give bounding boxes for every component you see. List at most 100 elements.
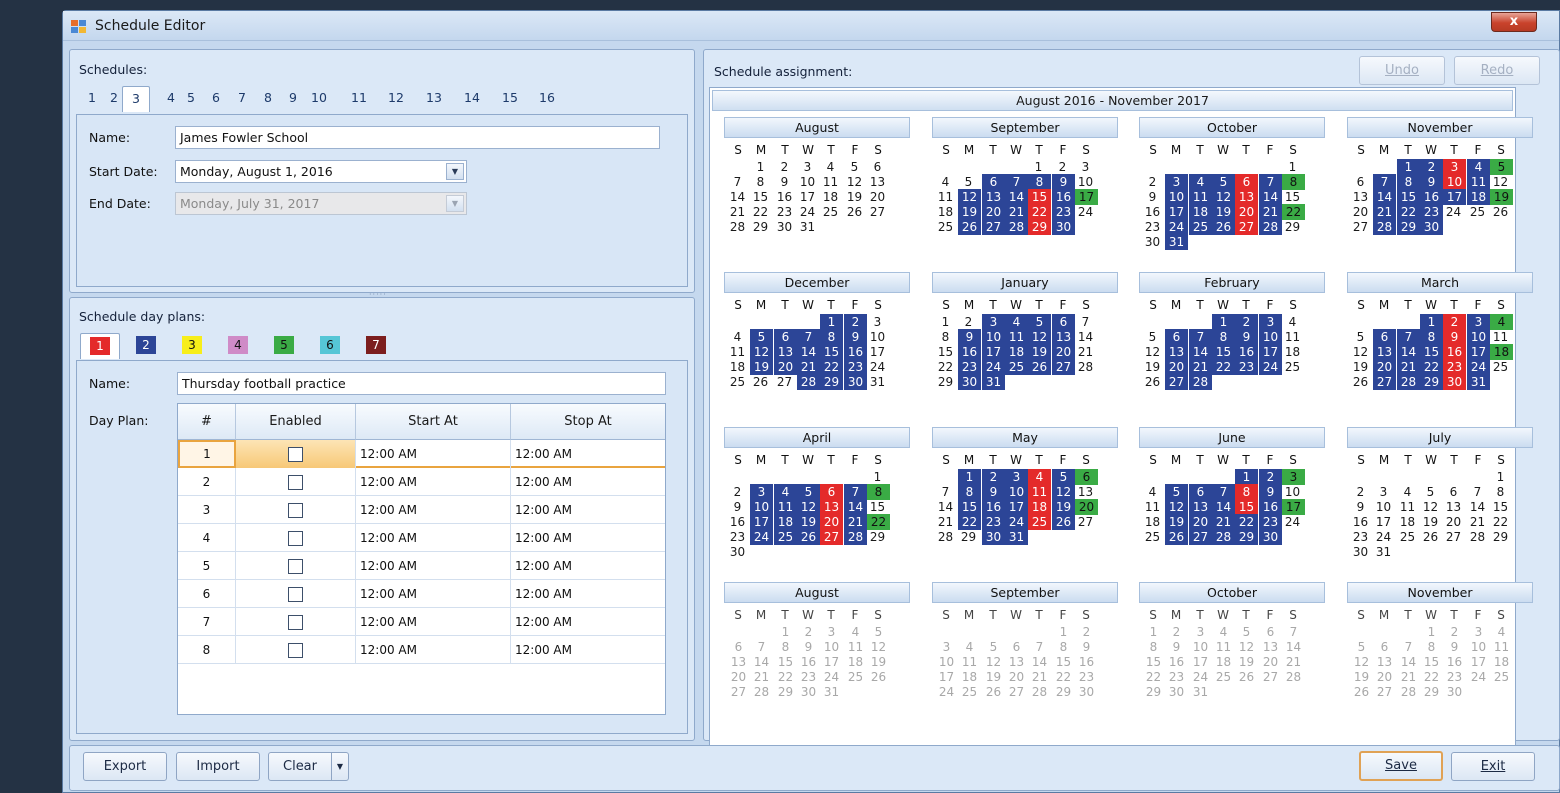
column-header-stop[interactable]: Stop At bbox=[511, 404, 665, 440]
calendar-day[interactable]: 29 bbox=[1397, 219, 1420, 235]
calendar-day[interactable]: 17 bbox=[1467, 344, 1490, 360]
calendar-day[interactable]: 22 bbox=[1397, 204, 1420, 220]
calendar-day[interactable]: 9 bbox=[1235, 329, 1258, 345]
enabled-checkbox[interactable] bbox=[288, 503, 303, 518]
calendar-day[interactable]: 5 bbox=[1350, 639, 1373, 655]
calendar-day[interactable]: 4 bbox=[958, 639, 981, 655]
calendar-day[interactable]: 20 bbox=[1259, 654, 1282, 670]
calendar-day[interactable]: 9 bbox=[774, 174, 795, 190]
row-number-cell[interactable]: 5 bbox=[178, 552, 236, 580]
calendar-day[interactable]: 1 bbox=[935, 314, 956, 330]
calendar-day[interactable]: 26 bbox=[1490, 204, 1511, 220]
calendar-day[interactable]: 20 bbox=[1373, 359, 1396, 375]
calendar-day[interactable]: 19 bbox=[1350, 669, 1373, 685]
calendar-day[interactable]: 18 bbox=[727, 359, 748, 375]
day-plan-tab-2[interactable]: 2 bbox=[130, 333, 162, 357]
calendar-day[interactable]: 26 bbox=[982, 684, 1005, 700]
calendar-day[interactable]: 6 bbox=[1005, 639, 1028, 655]
row-number-cell[interactable]: 7 bbox=[178, 608, 236, 636]
calendar-day[interactable]: 19 bbox=[1165, 514, 1188, 530]
calendar-day[interactable]: 9 bbox=[797, 639, 820, 655]
calendar-day[interactable]: 19 bbox=[1028, 344, 1051, 360]
calendar-day[interactable]: 16 bbox=[958, 344, 981, 360]
calendar-day[interactable]: 27 bbox=[1075, 514, 1096, 530]
calendar-day[interactable]: 17 bbox=[1189, 654, 1212, 670]
calendar-day[interactable]: 26 bbox=[797, 529, 820, 545]
calendar-day[interactable]: 30 bbox=[1259, 529, 1282, 545]
calendar-day[interactable]: 19 bbox=[1235, 654, 1258, 670]
calendar-day[interactable]: 17 bbox=[935, 669, 958, 685]
start-at-cell[interactable]: 12:00 AM bbox=[356, 468, 511, 496]
start-at-cell[interactable]: 12:00 AM bbox=[356, 580, 511, 608]
calendar-day[interactable]: 24 bbox=[867, 359, 888, 375]
calendar-day[interactable]: 12 bbox=[1028, 329, 1051, 345]
calendar-day[interactable]: 8 bbox=[867, 484, 890, 500]
calendar-day[interactable]: 11 bbox=[1005, 329, 1028, 345]
chevron-down-icon[interactable]: ▼ bbox=[446, 163, 464, 180]
calendar-day[interactable]: 19 bbox=[1490, 189, 1513, 205]
calendar-day[interactable]: 14 bbox=[750, 654, 773, 670]
calendar-day[interactable]: 8 bbox=[1028, 174, 1051, 190]
calendar-day[interactable]: 21 bbox=[1467, 514, 1488, 530]
calendar-day[interactable]: 26 bbox=[1028, 359, 1051, 375]
calendar-day[interactable]: 7 bbox=[1212, 484, 1235, 500]
calendar-day[interactable]: 10 bbox=[1165, 189, 1188, 205]
calendar-day[interactable]: 8 bbox=[1420, 639, 1443, 655]
calendar-day[interactable]: 3 bbox=[1005, 469, 1028, 485]
calendar-day[interactable]: 8 bbox=[1142, 639, 1165, 655]
calendar-day[interactable]: 22 bbox=[750, 204, 771, 220]
calendar-day[interactable]: 24 bbox=[1373, 529, 1394, 545]
calendar-day[interactable]: 16 bbox=[982, 499, 1005, 515]
schedule-tab-16[interactable]: 16 bbox=[536, 86, 558, 110]
calendar-day[interactable]: 29 bbox=[1420, 374, 1443, 390]
calendar-day[interactable]: 14 bbox=[797, 344, 820, 360]
calendar-day[interactable]: 31 bbox=[1467, 374, 1490, 390]
calendar-day[interactable]: 15 bbox=[1397, 189, 1420, 205]
calendar-day[interactable]: 3 bbox=[982, 314, 1005, 330]
calendar-day[interactable]: 31 bbox=[982, 374, 1005, 390]
calendar-day[interactable]: 21 bbox=[1259, 204, 1282, 220]
calendar-day[interactable]: 13 bbox=[1373, 654, 1396, 670]
calendar-day[interactable]: 10 bbox=[982, 329, 1005, 345]
calendar-day[interactable]: 29 bbox=[1052, 684, 1075, 700]
calendar-day[interactable]: 11 bbox=[1490, 639, 1513, 655]
calendar-day[interactable]: 31 bbox=[867, 374, 888, 390]
calendar-day[interactable]: 1 bbox=[820, 314, 843, 330]
calendar-day[interactable]: 6 bbox=[1443, 484, 1464, 500]
enabled-checkbox[interactable] bbox=[288, 531, 303, 546]
calendar-day[interactable]: 18 bbox=[1490, 344, 1513, 360]
calendar-day[interactable]: 13 bbox=[774, 344, 797, 360]
schedule-tab-9[interactable]: 9 bbox=[285, 86, 301, 110]
calendar-day[interactable]: 29 bbox=[867, 529, 888, 545]
calendar-day[interactable]: 5 bbox=[844, 159, 865, 175]
calendar-day[interactable]: 23 bbox=[982, 514, 1005, 530]
calendar-day[interactable]: 30 bbox=[1052, 219, 1075, 235]
calendar-day[interactable]: 15 bbox=[1052, 654, 1075, 670]
exit-button[interactable]: Exit bbox=[1451, 752, 1535, 781]
start-at-cell[interactable]: 12:00 AM bbox=[356, 636, 511, 664]
calendar-day[interactable]: 6 bbox=[820, 484, 843, 500]
calendar-day[interactable]: 25 bbox=[1189, 219, 1212, 235]
calendar-day[interactable]: 27 bbox=[1443, 529, 1464, 545]
calendar-day[interactable]: 10 bbox=[820, 639, 843, 655]
calendar-day[interactable]: 2 bbox=[958, 314, 979, 330]
calendar-day[interactable]: 8 bbox=[820, 329, 843, 345]
calendar-day[interactable]: 24 bbox=[797, 204, 818, 220]
calendar-day[interactable]: 13 bbox=[727, 654, 750, 670]
calendar-day[interactable]: 30 bbox=[1443, 684, 1466, 700]
calendar-day[interactable]: 21 bbox=[935, 514, 956, 530]
calendar-day[interactable]: 19 bbox=[958, 204, 981, 220]
calendar-day[interactable]: 18 bbox=[844, 654, 867, 670]
column-header-number[interactable]: # bbox=[178, 404, 236, 440]
calendar-day[interactable]: 21 bbox=[750, 669, 773, 685]
calendar-day[interactable]: 13 bbox=[1350, 189, 1371, 205]
calendar-day[interactable]: 9 bbox=[1443, 329, 1466, 345]
calendar-day[interactable]: 15 bbox=[1235, 499, 1258, 515]
calendar-day[interactable]: 15 bbox=[935, 344, 956, 360]
calendar-day[interactable]: 4 bbox=[1467, 159, 1490, 175]
calendar-day[interactable]: 17 bbox=[1259, 344, 1282, 360]
stop-at-cell[interactable]: 12:00 AM bbox=[511, 524, 665, 552]
calendar-day[interactable]: 10 bbox=[1189, 639, 1212, 655]
calendar-day[interactable]: 5 bbox=[1350, 329, 1371, 345]
calendar-day[interactable]: 1 bbox=[1212, 314, 1235, 330]
